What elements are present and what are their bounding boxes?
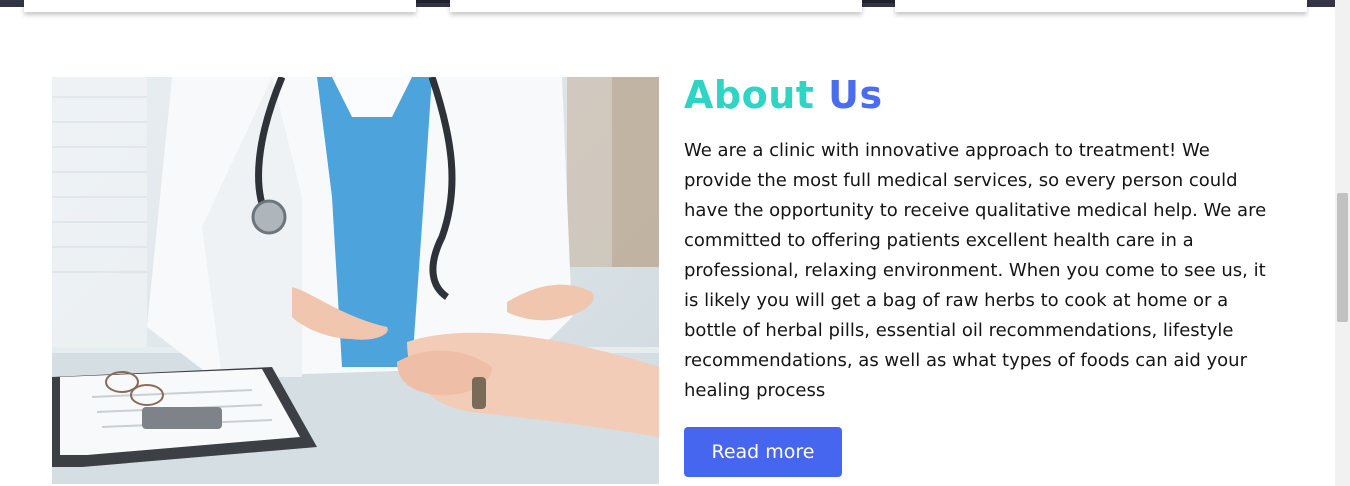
service-card-bottom xyxy=(24,0,416,12)
about-title: About Us xyxy=(684,70,883,120)
about-title-part1: About xyxy=(684,73,815,117)
service-card-bottom xyxy=(895,0,1307,12)
page-scrollbar[interactable] xyxy=(1335,0,1350,486)
doctor-consultation-image xyxy=(52,77,659,484)
about-paragraph: We are a clinic with innovative approach… xyxy=(684,140,1267,401)
service-card-bottom xyxy=(450,0,862,12)
about-title-part2: Us xyxy=(828,73,883,117)
read-more-button[interactable]: Read more xyxy=(684,427,842,477)
scrollbar-thumb[interactable] xyxy=(1337,193,1348,322)
